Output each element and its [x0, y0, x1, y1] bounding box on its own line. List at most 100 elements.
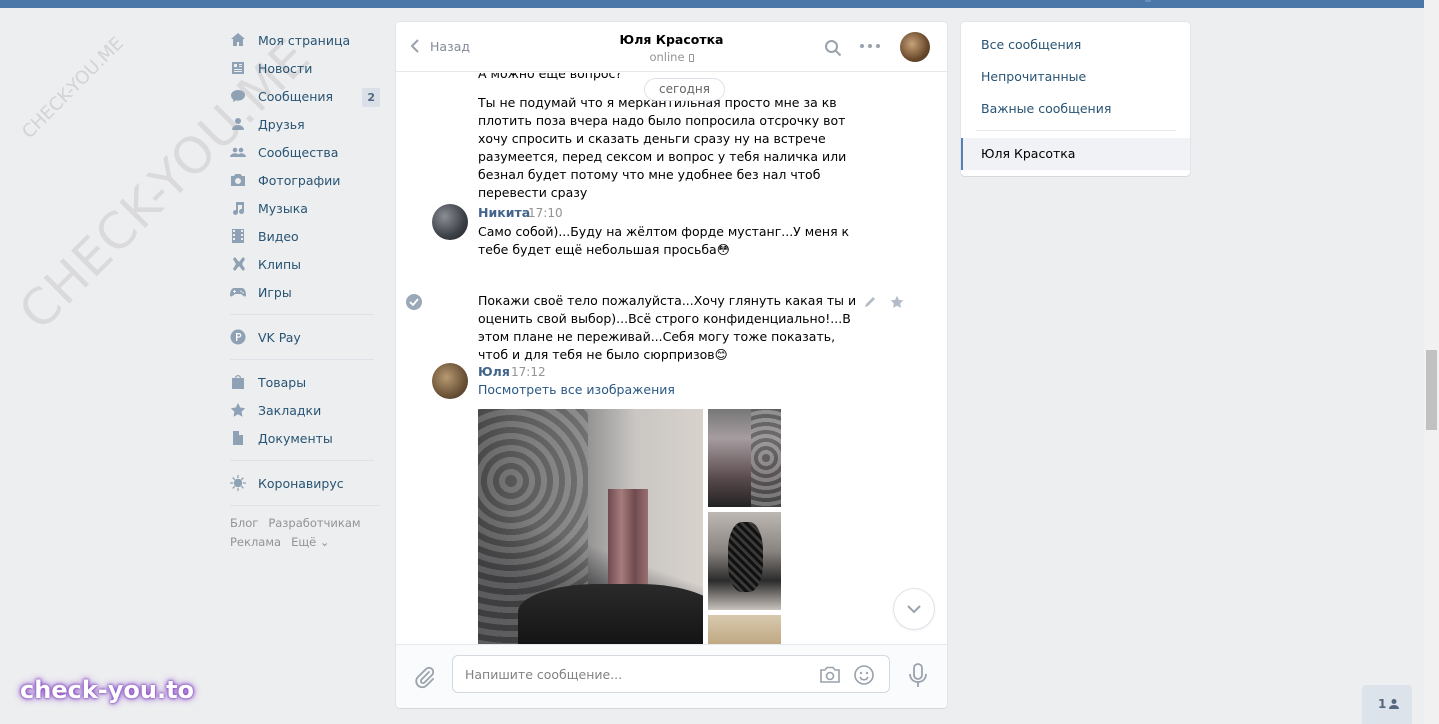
sidebar-item-video[interactable]: Видео: [230, 222, 380, 250]
person-icon: [1389, 699, 1399, 709]
scrollbar-thumb[interactable]: [1426, 350, 1437, 430]
filter-important[interactable]: Важные сообщения: [981, 101, 1111, 116]
filter-all-messages[interactable]: Все сообщения: [981, 37, 1081, 52]
photo-attachment[interactable]: [708, 409, 781, 507]
message-composer: [396, 644, 947, 708]
message-author[interactable]: Никита: [478, 205, 530, 220]
music-icon: [230, 200, 246, 216]
online-count: 1: [1378, 697, 1387, 711]
message-input-box: [452, 655, 890, 693]
sidebar-item-clips[interactable]: Клипы: [230, 250, 380, 278]
sidebar-divider: [230, 505, 380, 506]
virus-icon: [230, 475, 246, 491]
sidebar-footer: Блог Разработчикам Реклама Ещё ⌄: [230, 514, 380, 552]
message-time[interactable]: 17:10: [528, 206, 563, 220]
paperclip-icon[interactable]: [414, 665, 436, 689]
sidebar-item-label: Сообщества: [258, 144, 339, 160]
sidebar-item-news[interactable]: Новости: [230, 54, 380, 82]
page-scrollbar[interactable]: [1424, 0, 1439, 724]
sidebar-item-goods[interactable]: Товары: [230, 368, 380, 396]
peer-name[interactable]: Юля Красотка: [620, 32, 724, 47]
footer-link-more[interactable]: Ещё ⌄: [291, 535, 329, 549]
gamepad-icon: [230, 284, 246, 300]
chat-header: Назад Юля Красотка online: [396, 22, 947, 72]
sidebar-item-groups[interactable]: Сообщества: [230, 138, 380, 166]
online-friends-button[interactable]: 1: [1362, 685, 1412, 724]
active-conversation[interactable]: Юля Красотка: [961, 138, 1190, 170]
sidebar-item-label: Новости: [258, 60, 313, 76]
panel-divider: [976, 130, 1176, 131]
scroll-down-button[interactable]: [894, 589, 934, 629]
groups-icon: [230, 144, 246, 160]
video-icon: [230, 228, 246, 244]
message-history[interactable]: А можно еще вопрос? Ты не подумай что я …: [396, 73, 947, 644]
sidebar-item-label: Закладки: [258, 402, 322, 418]
sidebar-item-friends[interactable]: Друзья: [230, 110, 380, 138]
sidebar-item-label: Клипы: [258, 256, 302, 272]
more-options-icon[interactable]: [860, 44, 880, 50]
chevron-down-icon: [907, 605, 921, 614]
sidebar-item-games[interactable]: Игры: [230, 278, 380, 306]
message-text: Покажи своё тело пожалуйста...Хочу гляну…: [478, 293, 857, 362]
sidebar-item-documents[interactable]: Документы: [230, 424, 380, 452]
avatar[interactable]: [432, 204, 468, 240]
sidebar-item-messages[interactable]: Сообщения 2: [230, 82, 380, 110]
sidebar-divider: [230, 460, 374, 461]
camera-icon[interactable]: [819, 665, 841, 685]
sidebar-item-label: Музыка: [258, 200, 308, 216]
sidebar-divider: [230, 314, 374, 315]
photo-attachment[interactable]: [478, 409, 703, 644]
chat-panel: Назад Юля Красотка online сегодня А можн…: [396, 22, 947, 708]
star-icon[interactable]: [890, 295, 904, 309]
photo-attachment[interactable]: [708, 512, 781, 610]
sidebar-item-label: Документы: [258, 430, 333, 446]
sidebar-item-label: Моя страница: [258, 32, 351, 48]
news-icon: [230, 60, 246, 76]
top-header-bar: [0, 0, 1439, 8]
message-text: Само собой)...Буду на жёлтом форде муста…: [478, 224, 850, 257]
sidebar-item-label: Сообщения: [258, 88, 334, 104]
sidebar-item-label: Фотографии: [258, 172, 341, 188]
message-input[interactable]: [465, 656, 805, 692]
sidebar-item-label: Видео: [258, 228, 299, 244]
active-conversation-name: Юля Красотка: [981, 146, 1076, 161]
header-indicator: [1145, 0, 1151, 2]
filter-unread[interactable]: Непрочитанные: [981, 69, 1086, 84]
sidebar-item-label: Коронавирус: [258, 475, 344, 491]
footer-link-ads[interactable]: Реклама: [230, 535, 281, 549]
search-icon[interactable]: [824, 39, 842, 57]
sidebar-item-coronavirus[interactable]: Коронавирус: [230, 469, 380, 497]
message-author[interactable]: Юля: [478, 364, 510, 379]
footer-link-developers[interactable]: Разработчикам: [268, 516, 360, 530]
date-separator[interactable]: сегодня: [644, 78, 725, 101]
view-all-images-link[interactable]: Посмотреть все изображения: [478, 382, 675, 397]
message-time[interactable]: 17:12: [511, 365, 546, 379]
footer-link-blog[interactable]: Блог: [230, 516, 258, 530]
microphone-icon[interactable]: [908, 663, 928, 689]
sidebar-divider: [230, 359, 374, 360]
sidebar-item-music[interactable]: Музыка: [230, 194, 380, 222]
emoji-icon[interactable]: [853, 664, 875, 686]
pencil-icon[interactable]: [863, 295, 877, 309]
sidebar-item-bookmarks[interactable]: Закладки: [230, 396, 380, 424]
sidebar-item-photos[interactable]: Фотографии: [230, 166, 380, 194]
friend-icon: [230, 116, 246, 132]
clips-icon: [230, 256, 246, 272]
sidebar-item-label: Товары: [258, 374, 307, 390]
camera-icon: [230, 172, 246, 188]
sidebar-item-vkpay[interactable]: VK Pay: [230, 323, 380, 351]
vkpay-icon: [230, 329, 246, 345]
sidebar-item-label: VK Pay: [258, 329, 301, 345]
read-check-icon[interactable]: [406, 294, 422, 310]
sidebar-item-label: Друзья: [258, 116, 305, 132]
message-text: Ты не подумай что я меркантильная просто…: [478, 95, 847, 200]
photo-attachment[interactable]: [708, 615, 781, 644]
messages-filter-panel: Все сообщения Непрочитанные Важные сообщ…: [961, 22, 1190, 176]
messages-count-badge: 2: [362, 88, 380, 107]
peer-avatar[interactable]: [900, 32, 930, 62]
avatar[interactable]: [432, 363, 468, 399]
mobile-icon: [688, 54, 694, 62]
peer-status: online: [396, 50, 947, 64]
sidebar-item-my-page[interactable]: Моя страница: [230, 26, 380, 54]
watermark-small: CHECK-YOU.ME: [18, 33, 128, 143]
